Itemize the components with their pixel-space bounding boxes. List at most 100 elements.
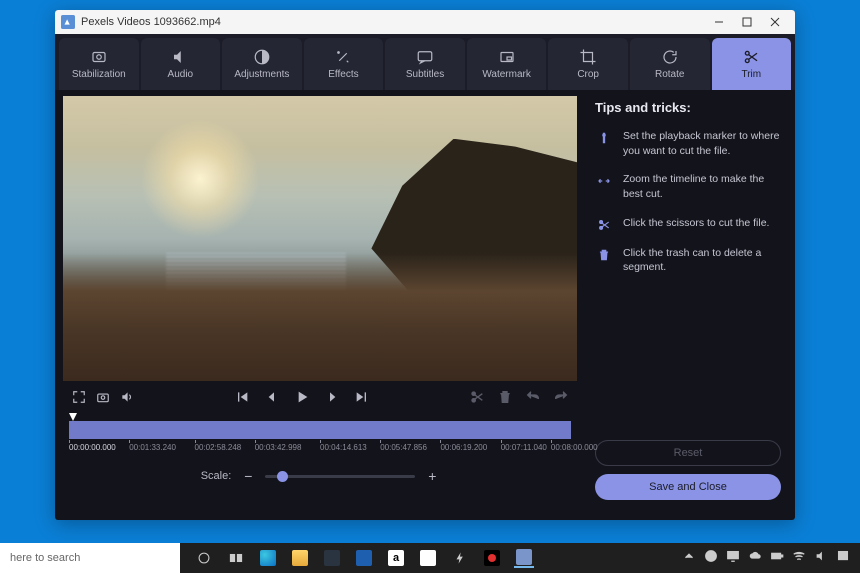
tip-text: Click the trash can to delete a segment. xyxy=(623,246,781,275)
fullscreen-button[interactable] xyxy=(67,385,91,409)
dropbox-icon[interactable] xyxy=(418,548,438,568)
tray-help-icon[interactable] xyxy=(704,549,718,568)
skip-start-button[interactable] xyxy=(230,385,254,409)
timeline-tick: 00:06:19.200 xyxy=(440,443,487,452)
tab-subtitles[interactable]: Subtitles xyxy=(385,38,465,90)
maximize-button[interactable] xyxy=(733,13,761,31)
timeline-current: 00:00:00.000 xyxy=(69,443,116,452)
taskbar: here to search a xyxy=(0,543,860,573)
tab-label: Audio xyxy=(168,69,194,80)
tab-crop[interactable]: Crop xyxy=(548,38,628,90)
timeline-tick: 00:01:33.240 xyxy=(129,443,176,452)
search-placeholder: here to search xyxy=(10,552,80,564)
timeline[interactable]: 00:00:00.000 00:01:33.240 00:02:58.248 0… xyxy=(63,413,577,463)
delete-button[interactable] xyxy=(493,385,517,409)
explorer-icon[interactable] xyxy=(290,548,310,568)
undo-button[interactable] xyxy=(521,385,545,409)
tab-label: Effects xyxy=(328,69,358,80)
tips-title: Tips and tricks: xyxy=(595,100,781,115)
frame-back-button[interactable] xyxy=(260,385,284,409)
tip-text: Set the playback marker to where you wan… xyxy=(623,129,781,158)
tray-monitor-icon[interactable] xyxy=(726,549,740,568)
play-button[interactable] xyxy=(290,385,314,409)
tip-text: Click the scissors to cut the file. xyxy=(623,216,769,232)
tab-stabilization[interactable]: Stabilization xyxy=(59,38,139,90)
timeline-tick: 00:05:47.856 xyxy=(380,443,427,452)
reset-button[interactable]: Reset xyxy=(595,440,781,466)
tab-label: Stabilization xyxy=(72,69,126,80)
timeline-track[interactable] xyxy=(69,421,571,439)
playback-marker[interactable] xyxy=(69,413,77,421)
watermark-icon xyxy=(498,48,516,66)
tab-watermark[interactable]: Watermark xyxy=(467,38,547,90)
cut-button[interactable] xyxy=(465,385,489,409)
tab-label: Subtitles xyxy=(406,69,444,80)
tab-label: Trim xyxy=(741,69,761,80)
timeline-tick: 00:04:14.613 xyxy=(320,443,367,452)
tray-wifi-icon[interactable] xyxy=(792,549,806,568)
tip-item: Zoom the timeline to make the best cut. xyxy=(595,172,781,201)
taskbar-search[interactable]: here to search xyxy=(0,543,180,573)
redo-button[interactable] xyxy=(549,385,573,409)
snapshot-button[interactable] xyxy=(91,385,115,409)
timeline-tick: 00:03:42.998 xyxy=(255,443,302,452)
save-close-button[interactable]: Save and Close xyxy=(595,474,781,500)
tab-label: Rotate xyxy=(655,69,684,80)
scissors-icon xyxy=(742,48,760,66)
marker-icon xyxy=(595,129,613,158)
scale-control: Scale: − + xyxy=(63,463,577,489)
close-button[interactable] xyxy=(761,13,789,31)
bolt-icon[interactable] xyxy=(450,548,470,568)
cortana-icon[interactable] xyxy=(194,548,214,568)
effects-icon xyxy=(334,48,352,66)
tips-panel: Tips and tricks: Set the playback marker… xyxy=(585,90,795,520)
video-frame xyxy=(63,96,577,381)
tray-volume-icon[interactable] xyxy=(814,549,828,568)
taskview-icon[interactable] xyxy=(226,548,246,568)
tip-item: Set the playback marker to where you wan… xyxy=(595,129,781,158)
tab-adjustments[interactable]: Adjustments xyxy=(222,38,302,90)
timeline-tick: 00:02:58.248 xyxy=(195,443,242,452)
frame-forward-button[interactable] xyxy=(320,385,344,409)
adjustments-icon xyxy=(253,48,271,66)
minimize-button[interactable] xyxy=(705,13,733,31)
video-editor-icon[interactable] xyxy=(514,548,534,568)
tab-label: Watermark xyxy=(482,69,531,80)
amazon-icon[interactable]: a xyxy=(386,548,406,568)
volume-button[interactable] xyxy=(115,385,139,409)
tip-item: Click the trash can to delete a segment. xyxy=(595,246,781,275)
tab-label: Crop xyxy=(577,69,599,80)
app-icon xyxy=(61,15,75,29)
video-preview[interactable] xyxy=(63,96,577,381)
tab-rotate[interactable]: Rotate xyxy=(630,38,710,90)
left-panel: 00:00:00.000 00:01:33.240 00:02:58.248 0… xyxy=(55,90,585,520)
store-icon[interactable] xyxy=(322,548,342,568)
slider-thumb[interactable] xyxy=(277,471,288,482)
skip-end-button[interactable] xyxy=(350,385,374,409)
mail-icon[interactable] xyxy=(354,548,374,568)
tray-battery-icon[interactable] xyxy=(770,549,784,568)
rotate-icon xyxy=(661,48,679,66)
edge-icon[interactable] xyxy=(258,548,278,568)
zoom-icon xyxy=(595,172,613,201)
trash-icon xyxy=(595,246,613,275)
taskbar-apps: a xyxy=(180,548,548,568)
scissors-icon xyxy=(595,216,613,232)
tray-chevron-icon[interactable] xyxy=(682,549,696,568)
record-icon[interactable] xyxy=(482,548,502,568)
scale-minus-button[interactable]: − xyxy=(241,469,255,483)
scale-plus-button[interactable]: + xyxy=(425,469,439,483)
tab-audio[interactable]: Audio xyxy=(141,38,221,90)
tab-trim[interactable]: Trim xyxy=(712,38,792,90)
tab-label: Adjustments xyxy=(234,69,289,80)
tip-text: Zoom the timeline to make the best cut. xyxy=(623,172,781,201)
tray-notifications-icon[interactable] xyxy=(836,549,850,568)
stabilization-icon xyxy=(90,48,108,66)
app-window: Pexels Videos 1093662.mp4 Stabilization … xyxy=(55,10,795,520)
tab-effects[interactable]: Effects xyxy=(304,38,384,90)
tray-cloud-icon[interactable] xyxy=(748,549,762,568)
toolbar: Stabilization Audio Adjustments Effects … xyxy=(55,34,795,90)
scale-slider[interactable] xyxy=(265,475,415,478)
timeline-tick: 00:08:00.000 xyxy=(551,443,598,452)
system-tray xyxy=(672,549,860,568)
